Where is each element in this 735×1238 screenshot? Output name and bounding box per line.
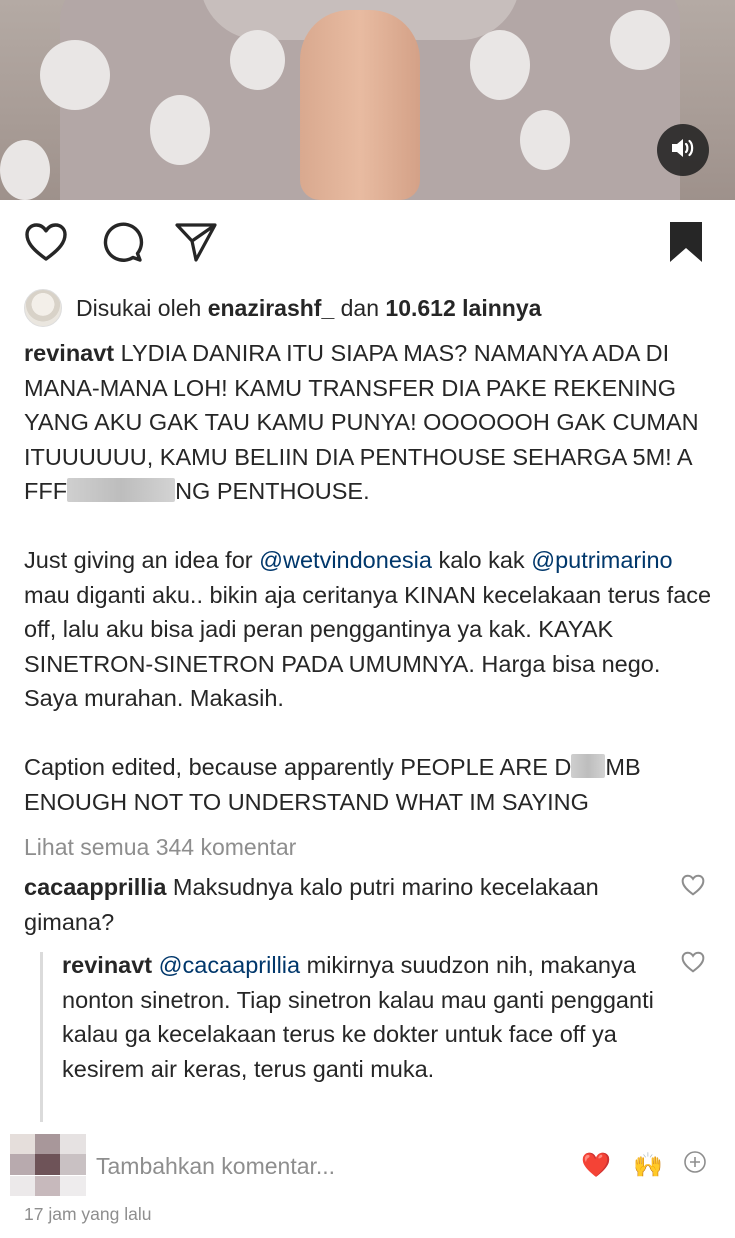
- reply-mention[interactable]: @cacaaprillia: [159, 952, 300, 978]
- caption-text: NG PENTHOUSE.: [175, 478, 370, 504]
- comment-icon: [100, 220, 144, 269]
- comment-item: cacaapprillia Maksudnya kalo putri marin…: [24, 870, 664, 939]
- plus-circle-icon: [683, 1150, 707, 1181]
- caption-paragraph: Just giving an idea for @wetvindonesia k…: [24, 543, 714, 716]
- speaker-icon: [670, 137, 696, 164]
- liker-avatar[interactable]: [24, 289, 62, 327]
- liker-username[interactable]: enazirashf_: [208, 295, 335, 322]
- sound-toggle-button[interactable]: [657, 124, 709, 176]
- caption-text: ENOUGH NOT TO UNDERSTAND WHAT IM SAYING: [24, 788, 589, 815]
- video-dot: [0, 140, 50, 200]
- reply-like-button[interactable]: [681, 951, 705, 973]
- quick-emoji-raised-hands[interactable]: 🙌: [633, 1150, 663, 1180]
- caption-username[interactable]: revinavt: [24, 340, 114, 366]
- view-all-comments-link[interactable]: Lihat semua 344 komentar: [24, 834, 296, 861]
- mention-link[interactable]: @putrimarino: [531, 547, 672, 573]
- video-hands: [300, 10, 420, 200]
- reply-username[interactable]: revinavt: [62, 952, 152, 978]
- more-emoji-button[interactable]: [680, 1150, 710, 1180]
- mention-link[interactable]: @wetvindonesia: [259, 547, 432, 573]
- likes-connector: dan: [340, 294, 380, 321]
- video-dot: [150, 95, 210, 165]
- video-dot: [40, 40, 110, 110]
- like-button[interactable]: [22, 218, 70, 270]
- quick-emoji-heart[interactable]: ❤️: [581, 1150, 611, 1180]
- heart-outline-icon: [681, 874, 705, 900]
- post-timestamp: 17 jam yang lalu: [24, 1204, 152, 1224]
- bookmark-icon: [668, 220, 704, 269]
- video-dot: [470, 30, 530, 100]
- likes-summary[interactable]: Disukai oleh enazirashf_ dan 10.612 lain…: [24, 289, 541, 327]
- post-video[interactable]: [0, 0, 735, 200]
- reply-item: revinavt @cacaaprillia mikirnya suudzon …: [62, 948, 662, 1086]
- video-dot: [520, 110, 570, 170]
- heart-outline-icon: [681, 951, 705, 977]
- caption-text: Just giving an idea for: [24, 547, 253, 573]
- share-button[interactable]: [172, 218, 220, 270]
- caption-text: MB: [605, 754, 641, 780]
- caption-text: mau diganti aku.. bikin aja ceritanya KI…: [24, 581, 712, 712]
- censor-blur: [571, 754, 606, 778]
- reply-thread-line: [40, 952, 43, 1122]
- caption-paragraph: revinavt LYDIA DANIRA ITU SIAPA MAS? NAM…: [24, 336, 714, 509]
- censor-blur: [67, 478, 176, 502]
- heart-icon: [24, 222, 68, 267]
- action-bar: [0, 218, 735, 270]
- add-comment-row: ❤️ 🙌: [0, 1134, 735, 1196]
- comment-button[interactable]: [98, 218, 146, 270]
- send-icon: [174, 221, 218, 268]
- caption-text: kalo kak: [438, 547, 525, 573]
- caption-paragraph: Caption edited, because apparently PEOPL…: [24, 750, 714, 819]
- comment-like-button[interactable]: [681, 874, 705, 896]
- comment-username[interactable]: cacaapprillia: [24, 874, 166, 900]
- add-comment-input[interactable]: [96, 1148, 556, 1184]
- caption-text: Caption edited, because apparently PEOPL…: [24, 754, 572, 780]
- post-caption: revinavt LYDIA DANIRA ITU SIAPA MAS? NAM…: [24, 336, 714, 819]
- likes-prefix: Disukai oleh: [76, 294, 202, 321]
- likes-count[interactable]: 10.612 lainnya: [385, 295, 541, 322]
- video-dot: [230, 30, 285, 90]
- current-user-avatar: [10, 1134, 86, 1196]
- save-button[interactable]: [662, 218, 710, 270]
- video-dot: [610, 10, 670, 70]
